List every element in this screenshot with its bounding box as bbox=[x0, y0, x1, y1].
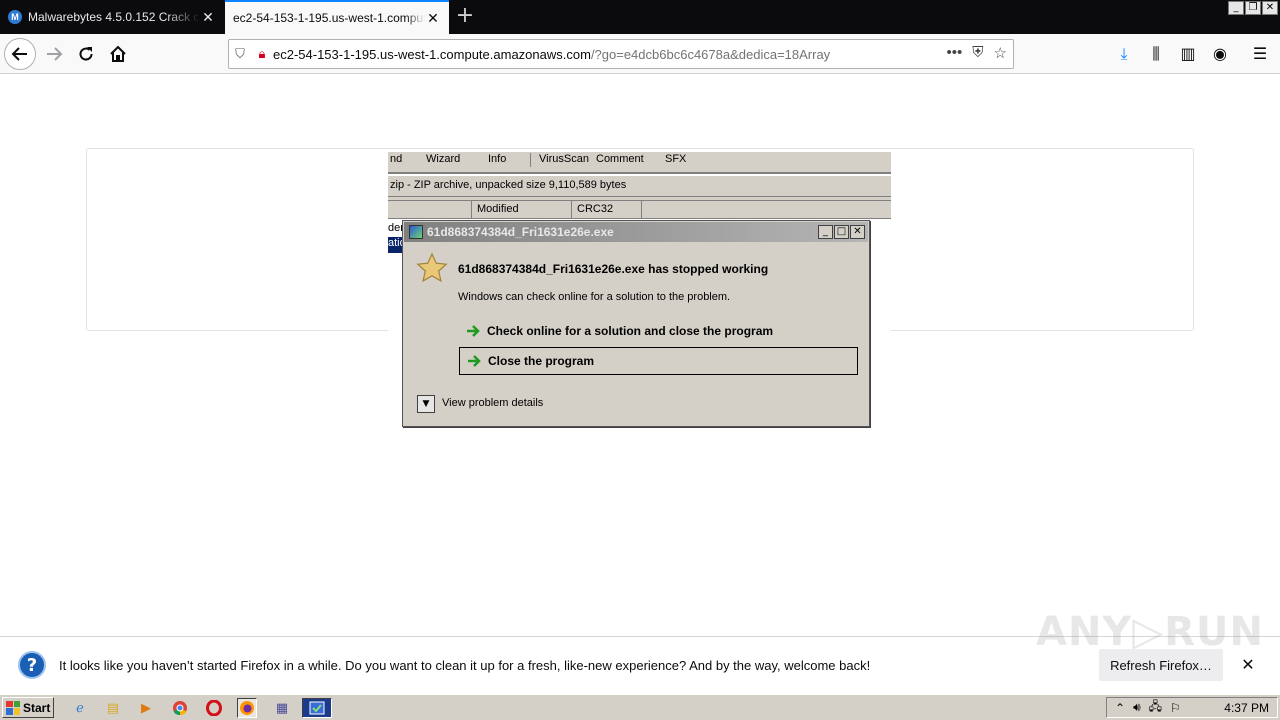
close-window-button[interactable]: ✕ bbox=[1262, 1, 1278, 15]
expand-details-chevron-icon[interactable]: ▼ bbox=[417, 395, 435, 413]
dialog-heading: 61d868374384d_Fri1631e26e.exe has stoppe… bbox=[458, 262, 769, 276]
dialog-maximize-button[interactable]: □ bbox=[834, 225, 849, 239]
forward-button[interactable] bbox=[38, 38, 70, 70]
file-explorer-icon[interactable]: ▤ bbox=[103, 698, 123, 718]
action-center-flag-icon[interactable]: ⚐ bbox=[1170, 701, 1181, 715]
archiver-toolbar: nd Wizard Info VirusScan Comment SFX bbox=[388, 152, 891, 174]
toolbar-item-info[interactable]: Info bbox=[488, 153, 506, 165]
dialog-close-button[interactable]: ✕ bbox=[850, 225, 865, 239]
tab-strip: M Malwarebytes 4.5.0.152 Crack ch ✕ ec2-… bbox=[0, 0, 1280, 34]
start-button[interactable]: Start bbox=[2, 697, 54, 718]
reload-button[interactable] bbox=[70, 38, 102, 70]
restore-window-button[interactable]: ❐ bbox=[1245, 1, 1261, 15]
check-online-label: Check online for a solution and close th… bbox=[487, 324, 774, 338]
tab-title: Malwarebytes 4.5.0.152 Crack ch bbox=[28, 10, 200, 24]
close-tab-icon[interactable]: ✕ bbox=[200, 9, 216, 26]
green-arrow-icon bbox=[460, 355, 488, 367]
library-icon[interactable]: ⫼ bbox=[1146, 44, 1166, 64]
dialog-titlebar[interactable]: 61d868374384d_Fri1631e26e.exe _ □ ✕ bbox=[404, 222, 868, 242]
back-button[interactable] bbox=[4, 38, 36, 70]
windows-taskbar: Start ℯ ▤ ▶ ▦ ⌃ 🔊︎ 🖧 ⚐ 4:37 PM bbox=[0, 694, 1280, 720]
column-header-modified[interactable]: Modified bbox=[472, 201, 572, 219]
winrar-icon[interactable]: ▦ bbox=[272, 698, 292, 718]
pocket-icon[interactable]: ⛨ bbox=[972, 44, 983, 62]
hamburger-menu-icon[interactable]: ☰ bbox=[1250, 44, 1270, 63]
column-header-name[interactable] bbox=[388, 201, 472, 219]
volume-icon[interactable]: 🔊︎ bbox=[1133, 700, 1141, 715]
column-header-crc32[interactable]: CRC32 bbox=[572, 201, 642, 219]
minimize-window-button[interactable]: _ bbox=[1228, 1, 1244, 15]
problem-star-icon bbox=[416, 252, 448, 283]
toolbar-item-sfx[interactable]: SFX bbox=[665, 153, 686, 165]
program-stopped-dialog: 61d868374384d_Fri1631e26e.exe _ □ ✕ 61d8… bbox=[402, 220, 870, 427]
toolbar-item-find[interactable]: nd bbox=[390, 153, 402, 165]
view-details-label[interactable]: View problem details bbox=[442, 397, 543, 409]
bookmark-star-icon[interactable]: ☆ bbox=[994, 44, 1007, 62]
toolbar-item-comment[interactable]: Comment bbox=[596, 153, 644, 165]
forward-arrow-icon bbox=[47, 47, 63, 61]
network-icon[interactable]: 🖧 bbox=[1149, 697, 1162, 718]
url-actions: ••• ⛨ ☆ bbox=[947, 44, 1007, 62]
navigation-toolbar: ⛉ 🔒︎ ec2-54-153-1-195.us-west-1.compute.… bbox=[0, 34, 1280, 74]
downloads-icon[interactable]: ⤓ bbox=[1114, 44, 1134, 64]
windows-logo-icon bbox=[6, 700, 20, 715]
close-program-label: Close the program bbox=[488, 354, 595, 368]
tab-ec2-page[interactable]: ec2-54-153-1-195.us-west-1.compute. ✕ bbox=[225, 0, 449, 34]
tracking-protection-shield-icon[interactable]: ⛉ bbox=[229, 46, 251, 62]
tray-expand-icon[interactable]: ⌃ bbox=[1115, 701, 1125, 715]
error-dialog-taskbar-icon[interactable] bbox=[302, 698, 332, 718]
file-list-header: Modified CRC32 bbox=[388, 201, 891, 219]
malwarebytes-favicon-icon: M bbox=[8, 10, 22, 24]
back-arrow-icon bbox=[11, 47, 27, 61]
tab-title: ec2-54-153-1-195.us-west-1.compute. bbox=[233, 11, 425, 25]
internet-explorer-icon[interactable]: ℯ bbox=[70, 698, 90, 718]
archive-info-bar: zip - ZIP archive, unpacked size 9,110,5… bbox=[388, 176, 891, 196]
url-path: /?go=e4dcb6bc6c4678a&dedica=18Array bbox=[590, 46, 831, 62]
taskbar-clock[interactable]: 4:37 PM bbox=[1224, 701, 1269, 715]
toolbar-separator bbox=[530, 153, 531, 167]
refresh-firefox-button[interactable]: Refresh Firefox… bbox=[1099, 649, 1223, 681]
dialog-window-controls: _ □ ✕ bbox=[818, 225, 865, 239]
close-tab-icon[interactable]: ✕ bbox=[425, 10, 441, 27]
firefox-icon[interactable] bbox=[237, 698, 257, 718]
dialog-minimize-button[interactable]: _ bbox=[818, 225, 833, 239]
close-notification-icon[interactable]: ✕ bbox=[1238, 655, 1258, 674]
application-icon bbox=[409, 225, 423, 239]
system-tray: ⌃ 🔊︎ 🖧 ⚐ 4:37 PM bbox=[1106, 697, 1278, 718]
green-arrow-icon bbox=[459, 325, 487, 337]
page-actions-icon[interactable]: ••• bbox=[947, 44, 963, 62]
home-button[interactable] bbox=[102, 38, 134, 70]
question-icon: ? bbox=[18, 651, 46, 679]
notification-message: It looks like you haven’t started Firefo… bbox=[59, 658, 871, 673]
tab-malwarebytes[interactable]: M Malwarebytes 4.5.0.152 Crack ch ✕ bbox=[0, 0, 224, 34]
window-controls: _ ❐ ✕ bbox=[1228, 1, 1278, 15]
dialog-subtext: Windows can check online for a solution … bbox=[458, 291, 731, 303]
home-icon bbox=[110, 45, 126, 62]
account-icon[interactable]: ◉ bbox=[1210, 44, 1230, 63]
reload-icon bbox=[79, 47, 93, 61]
url-host: ec2-54-153-1-195.us-west-1.compute.amazo… bbox=[273, 46, 591, 62]
opera-icon[interactable] bbox=[204, 698, 224, 718]
firefox-notification-bar: ANY▷RUN ? It looks like you haven’t star… bbox=[0, 609, 1280, 693]
url-bar[interactable]: ⛉ 🔒︎ ec2-54-153-1-195.us-west-1.compute.… bbox=[228, 39, 1014, 69]
start-label: Start bbox=[23, 700, 51, 715]
insecure-connection-icon[interactable]: 🔒︎ bbox=[251, 46, 273, 62]
new-tab-button[interactable]: + bbox=[452, 4, 478, 30]
toolbar-item-virusscan[interactable]: VirusScan bbox=[539, 153, 589, 165]
close-program-option[interactable]: Close the program bbox=[459, 347, 858, 375]
sidebar-icon[interactable]: ▥ bbox=[1178, 44, 1198, 63]
dialog-title: 61d868374384d_Fri1631e26e.exe bbox=[427, 225, 614, 239]
chrome-icon[interactable] bbox=[170, 698, 190, 718]
check-online-option[interactable]: Check online for a solution and close th… bbox=[459, 317, 858, 345]
toolbar-item-wizard[interactable]: Wizard bbox=[426, 153, 460, 165]
media-player-icon[interactable]: ▶ bbox=[136, 698, 156, 718]
